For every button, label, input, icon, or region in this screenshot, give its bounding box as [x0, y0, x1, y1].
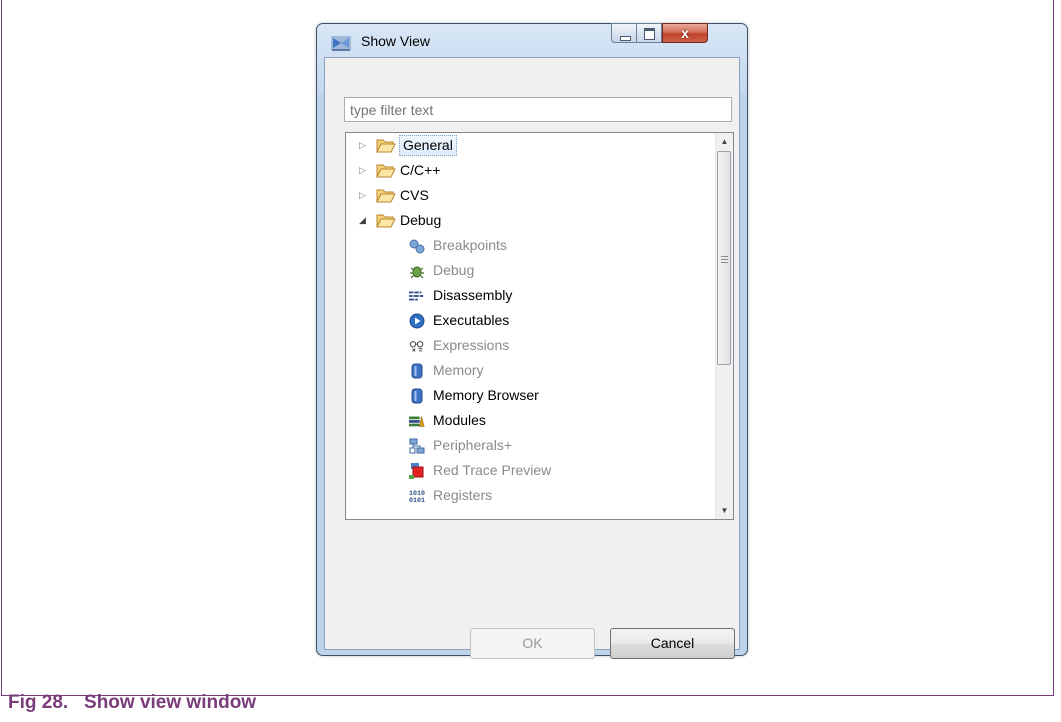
view-tree[interactable]: ▷ General ▷ C/C++ ▷ CVS ◢ Debug Breakpoi…: [345, 132, 734, 520]
tree-item-label: CVS: [400, 187, 429, 203]
folder-icon: [376, 189, 396, 203]
dialog-title: Show View: [361, 33, 431, 49]
memory-icon: [411, 363, 423, 379]
modules-icon: [409, 416, 425, 427]
grip-icon: [721, 256, 728, 265]
scroll-up-icon[interactable]: ▲: [716, 133, 733, 150]
tree-scrollbar[interactable]: ▲ ▼: [715, 133, 733, 519]
folder-open-icon: [376, 214, 396, 228]
tree-item-label: Registers: [433, 487, 493, 503]
scrollbar-thumb[interactable]: [717, 151, 731, 365]
expand-arrow-icon[interactable]: ▷: [359, 158, 369, 183]
svg-text:0101: 0101: [409, 496, 425, 504]
collapse-arrow-icon[interactable]: ◢: [359, 208, 369, 233]
figure-caption: Fig 28. Show view window: [8, 692, 257, 713]
cancel-button[interactable]: Cancel: [610, 628, 735, 659]
peripherals-icon: [409, 438, 425, 454]
close-icon: x: [681, 25, 689, 41]
tree-item-label: Memory: [433, 362, 484, 378]
registers-icon: 1010 0101: [409, 489, 425, 504]
memory-browser-icon: [411, 388, 423, 404]
minimize-icon: [620, 36, 631, 41]
expressions-icon: [409, 340, 424, 352]
expand-arrow-icon[interactable]: ▷: [359, 133, 369, 158]
ok-button[interactable]: OK: [470, 628, 595, 659]
tree-item-label: Modules: [433, 412, 486, 428]
tree-item-label: Memory Browser: [433, 387, 539, 403]
close-button[interactable]: x: [662, 23, 708, 43]
tree-item-label: Disassembly: [433, 287, 513, 303]
tree-item-label: Expressions: [433, 337, 510, 353]
executables-icon: [409, 313, 425, 329]
dialog-client-area: ▷ General ▷ C/C++ ▷: [324, 57, 740, 659]
filter-input[interactable]: [344, 97, 732, 122]
tree-item-label: Red Trace Preview: [433, 462, 552, 478]
tree-item-label: Debug: [400, 212, 442, 228]
scroll-down-icon[interactable]: ▼: [716, 502, 733, 519]
tree-item-label: Executables: [433, 312, 510, 328]
tree-item-label: C/C++: [400, 162, 441, 178]
breakpoints-icon: [409, 239, 425, 254]
nxp-app-icon: [331, 36, 351, 51]
tree-item-label: General: [399, 135, 457, 156]
minimize-button[interactable]: [611, 23, 637, 43]
expand-arrow-icon[interactable]: ▷: [359, 183, 369, 208]
maximize-button[interactable]: [637, 23, 662, 43]
folder-icon: [376, 164, 396, 178]
tree-item-label: Breakpoints: [433, 237, 507, 253]
show-view-dialog: Show View x ▷ General ▷: [316, 23, 748, 659]
disassembly-icon: [409, 291, 424, 301]
maximize-icon: [644, 28, 655, 40]
debug-bug-icon: [410, 266, 424, 279]
red-trace-icon: [409, 463, 424, 479]
folder-icon: [376, 139, 396, 153]
tree-item-label: Debug: [433, 262, 475, 278]
tree-item-label: Peripherals+: [433, 437, 512, 453]
